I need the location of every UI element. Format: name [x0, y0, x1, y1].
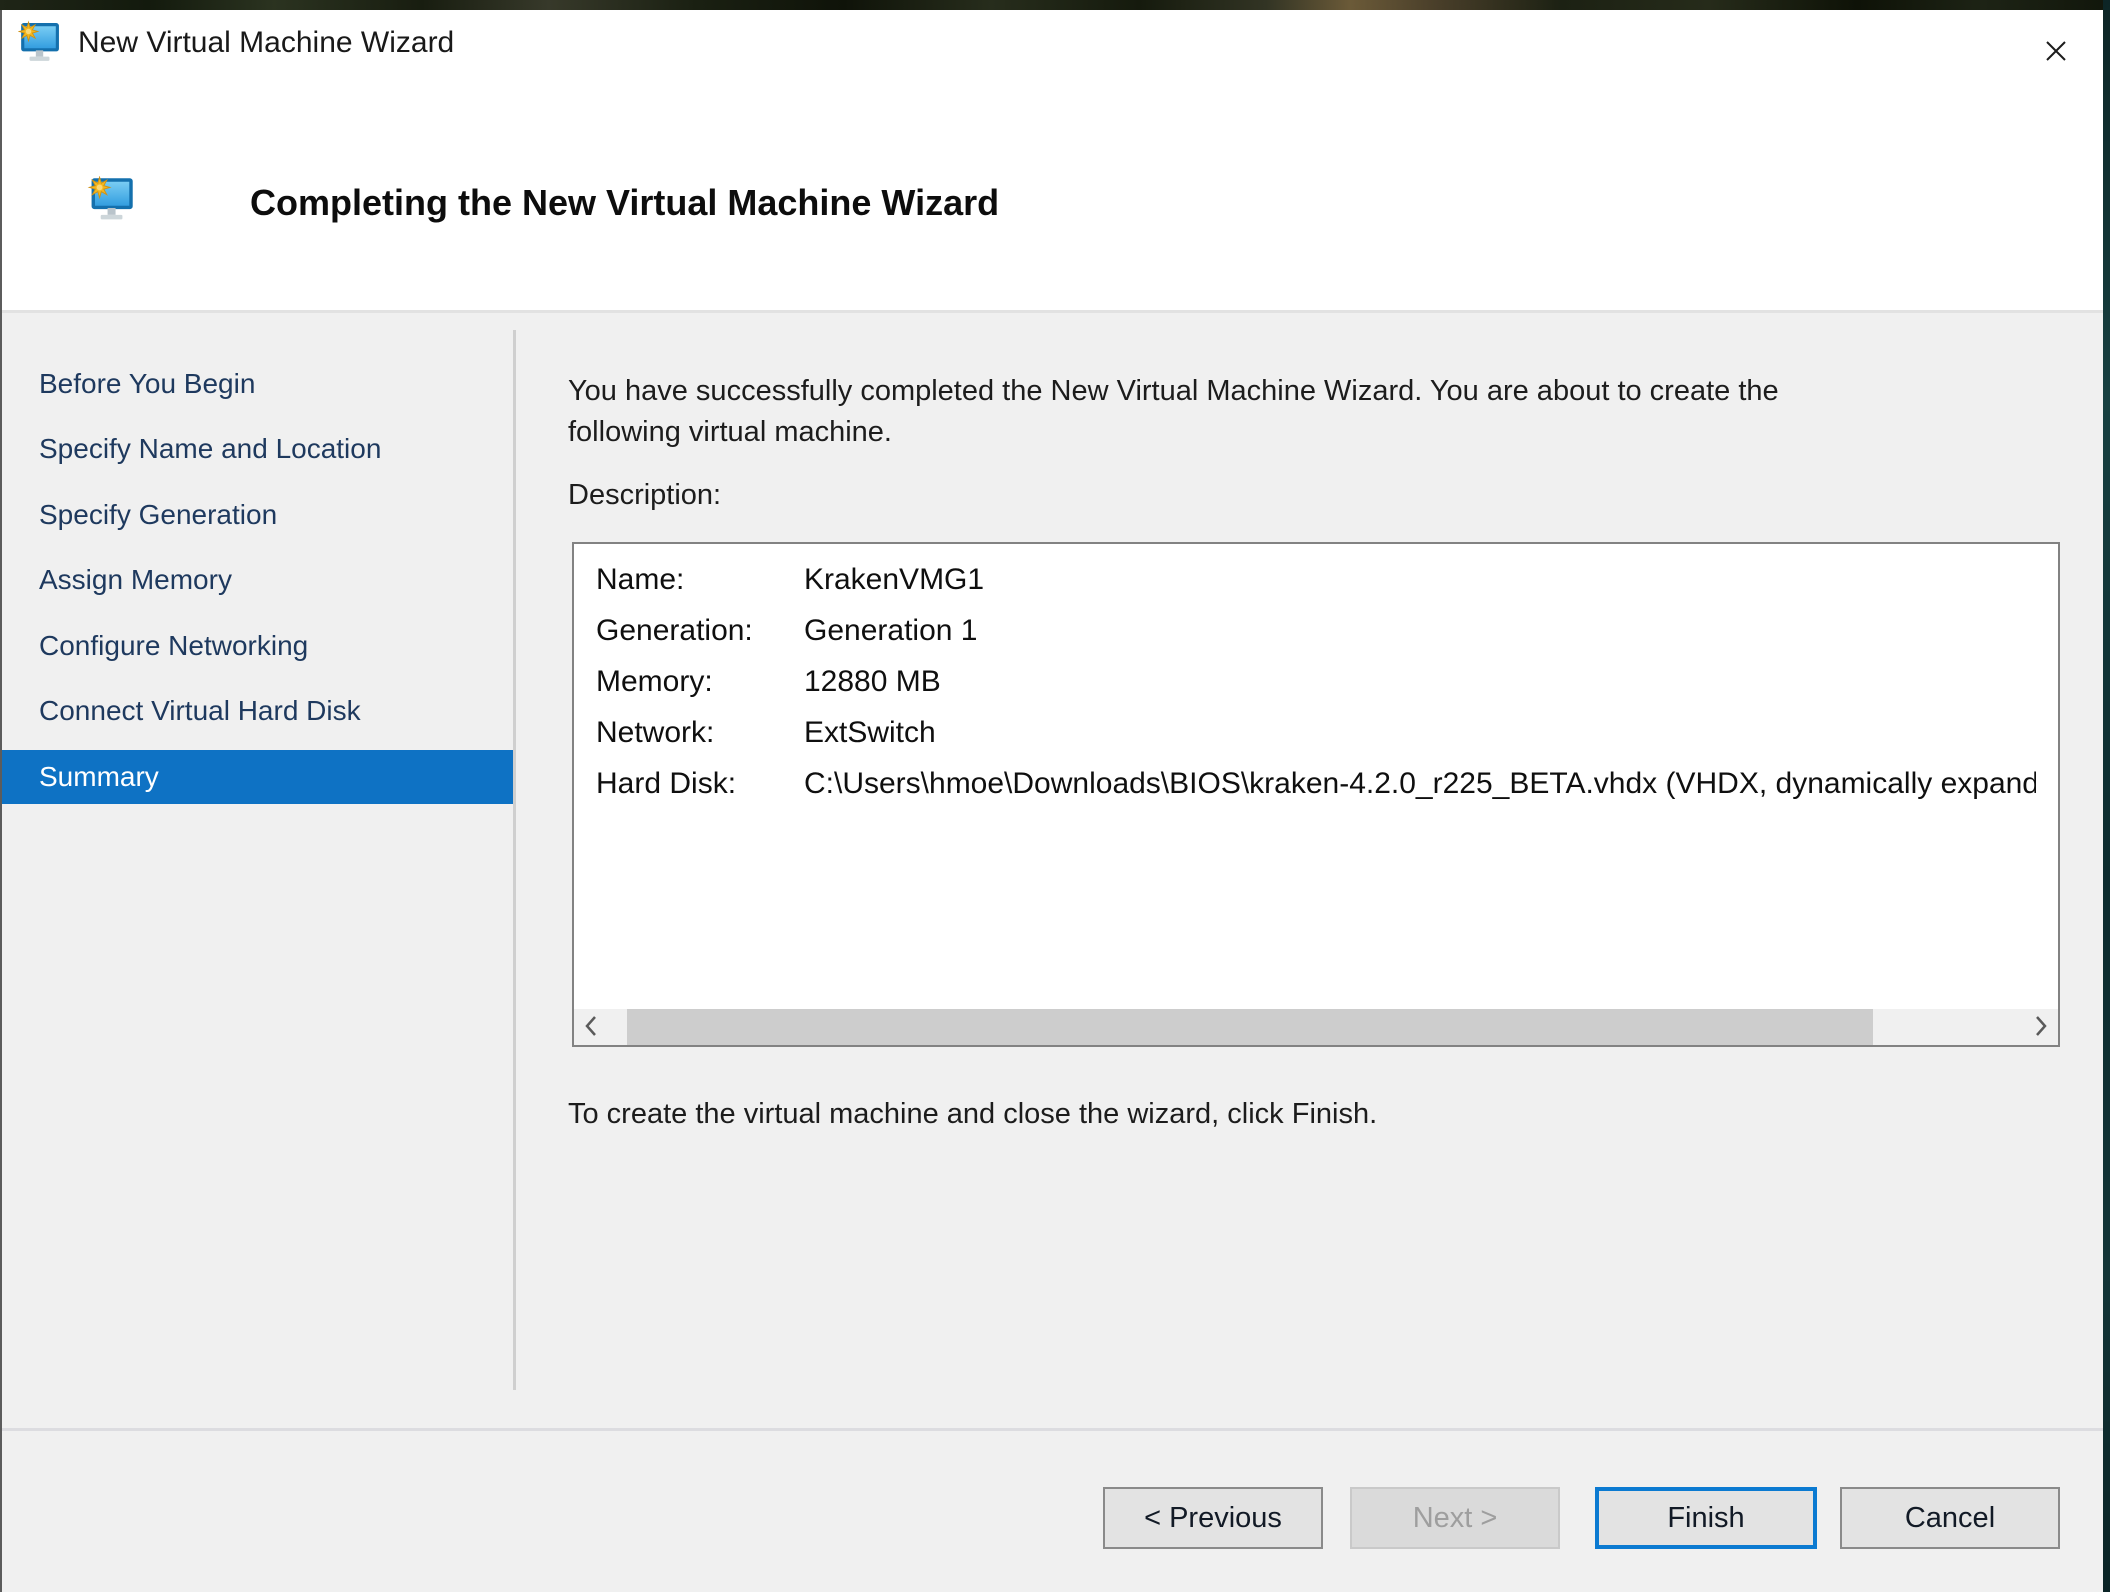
row-label: Name: — [596, 562, 685, 596]
page-title: Completing the New Virtual Machine Wizar… — [250, 182, 1000, 223]
row-label: Memory: — [596, 664, 713, 698]
summary-row-generation: Generation: Generation 1 — [596, 605, 2036, 656]
scroll-left-button[interactable] — [574, 1009, 610, 1045]
sidebar-item-summary[interactable]: Summary — [2, 750, 515, 804]
horizontal-scrollbar[interactable] — [574, 1009, 2058, 1045]
sidebar-item-connect-virtual-hard-disk[interactable]: Connect Virtual Hard Disk — [2, 679, 515, 745]
sidebar-divider — [513, 330, 516, 1390]
finish-button[interactable]: Finish — [1595, 1487, 1817, 1549]
desktop-wallpaper-top-edge — [0, 0, 2110, 10]
close-icon — [2043, 38, 2069, 67]
wizard-content: Before You Begin Specify Name and Locati… — [2, 313, 2103, 1428]
summary-row-name: Name: KrakenVMG1 — [596, 554, 2036, 605]
summary-rows: Name: KrakenVMG1 Generation: Generation … — [574, 544, 2036, 809]
scroll-right-button[interactable] — [2022, 1009, 2058, 1045]
sidebar-item-assign-memory[interactable]: Assign Memory — [2, 548, 515, 614]
sidebar-item-specify-generation[interactable]: Specify Generation — [2, 482, 515, 548]
row-value: 12880 MB — [804, 664, 941, 698]
chevron-right-icon — [2029, 1013, 2051, 1042]
intro-line-2: following virtual machine. — [568, 416, 892, 448]
row-label: Hard Disk: — [596, 766, 737, 800]
intro-text: You have successfully completed the New … — [568, 371, 2028, 453]
vm-wizard-page-icon — [86, 175, 136, 229]
cancel-button[interactable]: Cancel — [1840, 1487, 2060, 1549]
desktop-wallpaper-right-edge — [2103, 0, 2110, 1592]
row-label: Network: — [596, 715, 715, 749]
row-value: C:\Users\hmoe\Downloads\BIOS\kraken-4.2.… — [804, 766, 2036, 800]
close-button[interactable] — [2034, 32, 2078, 72]
previous-button[interactable]: < Previous — [1103, 1487, 1323, 1549]
chevron-left-icon — [581, 1013, 603, 1042]
window-title: New Virtual Machine Wizard — [78, 26, 455, 59]
finish-instruction: To create the virtual machine and close … — [568, 1098, 1378, 1130]
row-value: KrakenVMG1 — [804, 562, 985, 596]
title-bar: New Virtual Machine Wizard — [2, 10, 2103, 80]
wizard-steps-nav: Before You Begin Specify Name and Locati… — [2, 313, 515, 804]
description-label: Description: — [568, 479, 722, 511]
wizard-header: Completing the New Virtual Machine Wizar… — [2, 80, 2103, 313]
sidebar-item-before-you-begin[interactable]: Before You Begin — [2, 351, 515, 417]
summary-row-network: Network: ExtSwitch — [596, 707, 2036, 758]
vm-wizard-app-icon — [17, 20, 60, 71]
summary-row-hard-disk: Hard Disk: C:\Users\hmoe\Downloads\BIOS\… — [596, 758, 2036, 809]
next-button: Next > — [1350, 1487, 1560, 1549]
description-box: Name: KrakenVMG1 Generation: Generation … — [572, 542, 2060, 1047]
row-value: Generation 1 — [804, 613, 978, 647]
intro-line-1: You have successfully completed the New … — [568, 375, 1779, 407]
sidebar-item-specify-name-and-location[interactable]: Specify Name and Location — [2, 417, 515, 483]
summary-row-memory: Memory: 12880 MB — [596, 656, 2036, 707]
sidebar-item-configure-networking[interactable]: Configure Networking — [2, 613, 515, 679]
row-label: Generation: — [596, 613, 753, 647]
scrollbar-thumb[interactable] — [627, 1009, 1873, 1045]
row-value: ExtSwitch — [804, 715, 936, 749]
